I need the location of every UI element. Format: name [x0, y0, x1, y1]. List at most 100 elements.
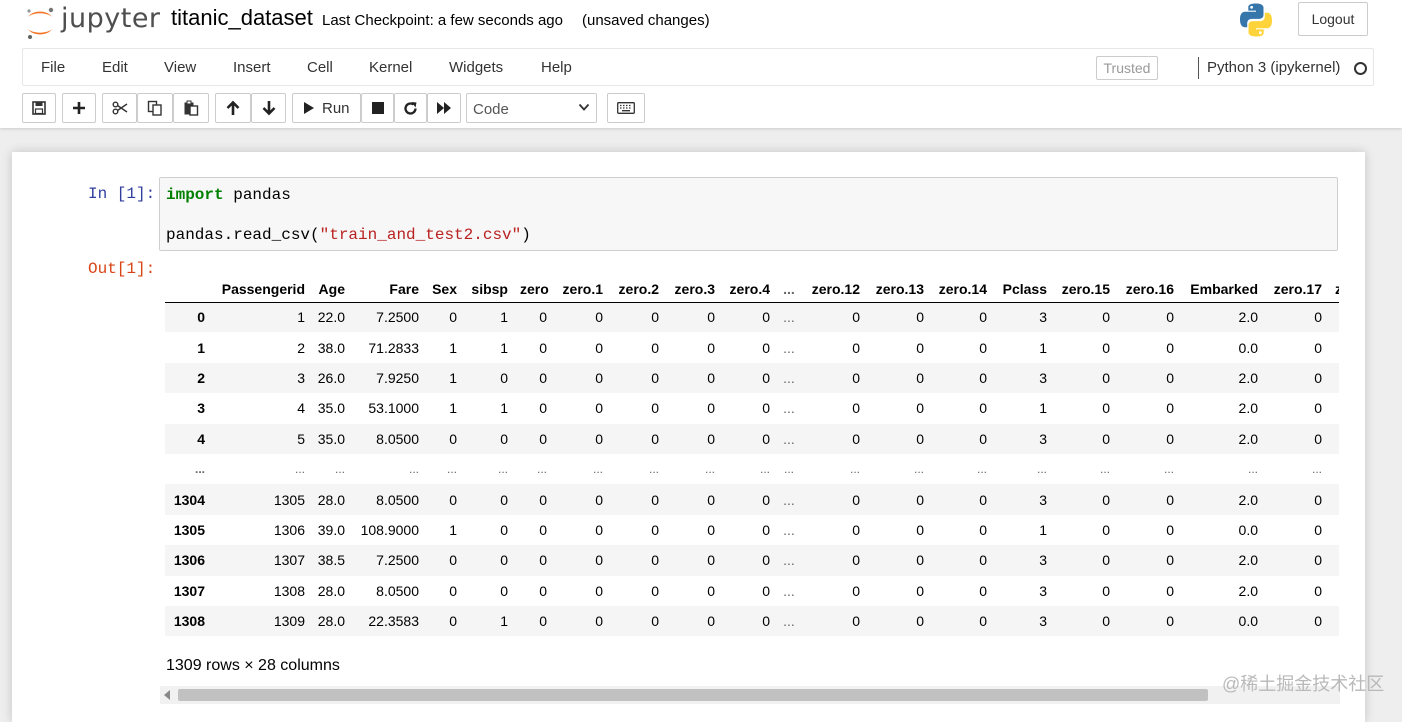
trusted-indicator[interactable]: Trusted — [1096, 56, 1158, 80]
table-cell: 0 — [1314, 430, 1322, 447]
table-cell: ... — [849, 462, 860, 477]
jupyter-logo[interactable]: jupyter — [24, 3, 160, 39]
code-cell-editor[interactable]: import pandas pandas.read_csv("train_and… — [159, 177, 1338, 251]
table-cell: ... — [334, 462, 345, 477]
table-cell: 0 — [762, 521, 770, 538]
table-cell: 2.0 — [1238, 582, 1258, 599]
run-button[interactable]: Run — [292, 93, 361, 123]
menu-kernel[interactable]: Kernel — [369, 59, 412, 76]
table-cell: 0 — [852, 552, 860, 569]
table-cell: 0 — [979, 552, 987, 569]
table-cell: 0 — [1314, 582, 1322, 599]
column-header: ... — [776, 276, 802, 303]
scroll-left-arrow-icon[interactable] — [164, 690, 170, 700]
table-cell: 0 — [500, 491, 508, 508]
table-cell: 1306 — [273, 521, 305, 538]
column-header: zero.13 — [866, 276, 930, 303]
menu-help[interactable]: Help — [541, 59, 572, 76]
code-module: pandas — [223, 186, 291, 204]
arrow-up-icon — [226, 100, 240, 115]
table-cell: 108.9000 — [360, 521, 419, 538]
table-cell: 1307 — [273, 552, 305, 569]
table-cell: 1 — [449, 339, 457, 356]
table-cell: 22.0 — [317, 309, 345, 326]
table-cell: 0 — [979, 400, 987, 417]
restart-run-all-button[interactable] — [427, 93, 461, 123]
table-cell: 0.0 — [1238, 339, 1258, 356]
save-icon — [32, 101, 46, 115]
row-index: 1 — [197, 339, 205, 356]
menu-insert[interactable]: Insert — [233, 59, 271, 76]
menu-widgets[interactable]: Widgets — [449, 59, 503, 76]
fast-forward-icon — [437, 102, 451, 114]
paste-button[interactable] — [173, 93, 209, 123]
table-cell: 0 — [707, 491, 715, 508]
output-horizontal-scrollbar[interactable] — [160, 686, 1340, 704]
table-cell: 3 — [1039, 582, 1047, 599]
table-cell: 0 — [979, 582, 987, 599]
menu-edit[interactable]: Edit — [102, 59, 128, 76]
notebook-header: jupyter titanic_dataset Last Checkpoint:… — [0, 0, 1402, 128]
table-cell: 0 — [595, 430, 603, 447]
column-header: zero.17 — [1264, 276, 1328, 303]
table-cell: ... — [976, 462, 987, 477]
insert-cell-button[interactable] — [62, 93, 96, 123]
table-cell: 0 — [1102, 491, 1110, 508]
table-cell: 0 — [595, 339, 603, 356]
table-cell: 38.0 — [317, 339, 345, 356]
row-index: 1306 — [173, 552, 205, 569]
table-cell: 0 — [539, 521, 547, 538]
table-cell: ... — [294, 462, 305, 477]
cut-button[interactable] — [102, 93, 137, 123]
code-line-2: pandas.read_csv("train_and_test2.csv") — [166, 226, 531, 244]
table-row: 1307 1308 28.0 8.0500 0 0 0 0 0 0 0... 0 0 0 3 0 0 2.0 0 — [165, 576, 1339, 606]
menu-cell[interactable]: Cell — [307, 59, 333, 76]
table-cell: 0 — [1314, 309, 1322, 326]
move-down-button[interactable] — [251, 93, 286, 123]
logout-button[interactable]: Logout — [1298, 2, 1368, 36]
restart-kernel-button[interactable] — [394, 93, 427, 123]
table-cell: 0 — [595, 400, 603, 417]
table-cell: 7.2500 — [376, 309, 419, 326]
table-cell: ... — [1247, 462, 1258, 477]
cell-type-select[interactable]: Code — [466, 93, 597, 123]
table-cell: 0 — [707, 369, 715, 386]
scrollbar-thumb[interactable] — [178, 689, 1208, 701]
table-cell: 0 — [1102, 521, 1110, 538]
save-button[interactable] — [22, 93, 56, 123]
column-header: zero.15 — [1053, 276, 1116, 303]
command-palette-button[interactable] — [607, 93, 645, 123]
table-cell: 22.3583 — [368, 613, 419, 630]
table-cell: ... — [536, 462, 547, 477]
column-header: zero.1 — [553, 276, 609, 303]
table-cell: 0 — [1314, 491, 1322, 508]
table-cell: 1 — [297, 309, 305, 326]
kernel-name[interactable]: Python 3 (ipykernel) — [1207, 59, 1340, 76]
table-cell: 8.0500 — [376, 430, 419, 447]
move-up-button[interactable] — [215, 93, 251, 123]
table-cell: 0 — [449, 552, 457, 569]
table-cell: 0 — [651, 582, 659, 599]
interrupt-button[interactable] — [361, 93, 394, 123]
jupyter-logo-text: jupyter — [61, 3, 161, 34]
table-cell: ... — [783, 462, 794, 477]
table-cell: 0 — [539, 613, 547, 630]
copy-button[interactable] — [137, 93, 173, 123]
table-cell: 0 — [539, 400, 547, 417]
dataframe-body: 0 1 22.0 7.2500 0 1 0 0 0 0 0... 0 0 0 3 0 0 2.0 0 1 2 38.0 71… — [165, 302, 1339, 637]
table-cell: 1308 — [273, 582, 305, 599]
code-line-1: import pandas — [166, 186, 291, 204]
run-label: Run — [322, 99, 350, 117]
notebook-title[interactable]: titanic_dataset — [171, 5, 313, 31]
row-index: 1304 — [173, 491, 205, 508]
table-cell: 2.0 — [1238, 369, 1258, 386]
menu-view[interactable]: View — [164, 59, 196, 76]
column-header: Passengerid — [211, 276, 311, 303]
menu-file[interactable]: File — [41, 59, 65, 76]
table-cell: ... — [408, 462, 419, 477]
table-cell: 0 — [916, 400, 924, 417]
table-cell: 3 — [297, 369, 305, 386]
table-cell: 0 — [762, 339, 770, 356]
copy-icon — [147, 100, 162, 116]
paste-icon — [184, 100, 199, 116]
